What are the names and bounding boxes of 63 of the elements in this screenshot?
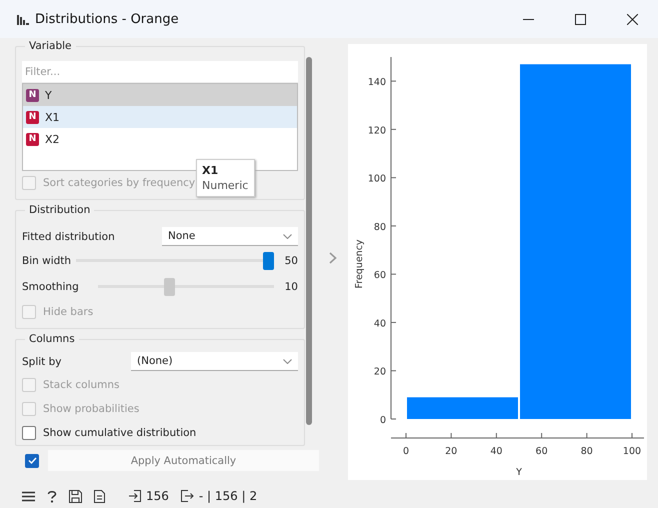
checkmark-icon [28,456,36,465]
filter-field[interactable]: Filter... [22,61,298,82]
tick-label: 80 [374,222,386,233]
checkbox[interactable] [22,426,36,440]
axis-title: Frequency [354,239,365,289]
field-label: Split by [22,356,62,368]
variable-item[interactable]: N X2 [23,128,297,150]
close-icon[interactable] [626,14,638,24]
output-icon [180,490,194,502]
window-title: Distributions - Orange [35,12,179,26]
field-label: Fitted distribution [22,230,115,242]
checkbox-label: Show cumulative distribution [43,427,196,439]
tick-label: 80 [580,446,593,457]
checkbox-label: Sort categories by frequency [43,177,196,189]
group-title: Columns [25,333,79,345]
checkbox[interactable] [25,454,39,468]
numeric-badge: N [26,110,39,124]
chevron-icon [283,234,292,238]
chevron-icon [283,358,292,364]
tick-label: 20 [445,446,458,457]
tick-label: 120 [368,125,386,136]
chevron-right-icon[interactable] [329,252,337,264]
minimize-icon[interactable] [522,18,534,20]
apply-button[interactable]: Apply Automatically [48,450,319,471]
group-title: Distribution [25,204,94,216]
save-icon[interactable] [69,490,82,502]
tick-label: 0 [402,446,410,457]
chart-icon [17,14,29,24]
input-icon [129,490,141,502]
tick-label: 40 [490,446,502,457]
checkbox-label: Show probabilities [43,403,140,415]
group-title: Variable [25,40,76,52]
tick-label: 60 [374,270,386,282]
slider-label: Bin width [22,255,72,267]
slider-handle[interactable] [263,252,274,270]
slider-value: 50 [284,255,298,267]
tick-label: 100 [368,174,386,185]
axis-title: Y [516,467,522,478]
help-icon[interactable] [47,490,57,502]
variable-item[interactable]: N X1 [23,106,297,128]
slider-handle[interactable] [164,278,175,296]
variable-item[interactable]: N Y [23,84,297,106]
dropdown[interactable]: None [162,227,298,246]
tick-label: 0 [380,415,386,426]
dropdown[interactable]: (None) [131,352,298,371]
tick-label: 100 [622,446,642,457]
checkbox-label: Stack columns [43,379,120,391]
tick-label: 40 [374,318,386,330]
checkbox-label: Hide bars [43,306,94,318]
scrollbar[interactable] [306,57,312,425]
input-count: 156 [146,489,169,503]
document-icon[interactable] [94,490,105,502]
menu-icon[interactable] [22,490,35,502]
tick-label: 140 [368,77,386,88]
slider-value: 10 [284,281,298,293]
slider-label: Smoothing [22,281,80,293]
tick-label: 20 [374,366,386,378]
numeric-badge: N [26,132,39,146]
numeric-badge: N [26,88,39,102]
maximize-icon[interactable] [574,14,586,24]
variable-tooltip: X1 Numeric [196,159,256,197]
tick-label: 60 [536,446,548,457]
output-summary: - | 156 | 2 [198,489,258,503]
